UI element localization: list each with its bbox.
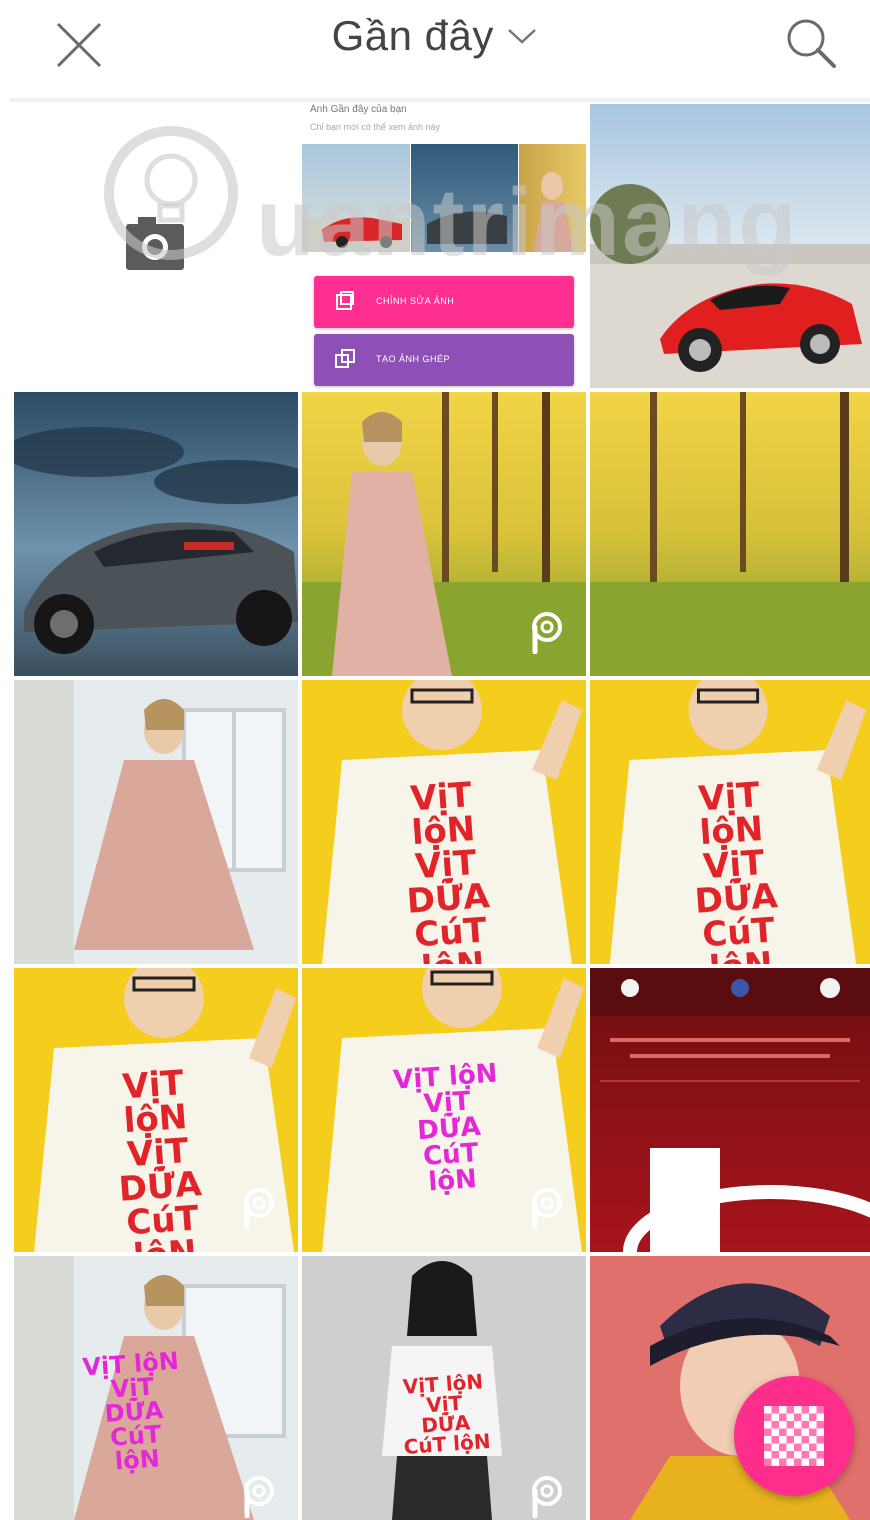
- field-background-photo: [590, 392, 870, 676]
- picsart-badge-icon: [532, 1188, 562, 1230]
- photo-thumbnail[interactable]: VịT lộN VịT DỮA CúT lộN: [590, 680, 870, 964]
- photo-thumbnail[interactable]: VịT lộN VịT DỮA CúT lộN: [302, 968, 586, 1252]
- promo-thumbnail-strip: [302, 144, 586, 252]
- picsart-badge-icon: [244, 1476, 274, 1518]
- photo-thumbnail[interactable]: [590, 392, 870, 676]
- collage-icon: [335, 349, 355, 368]
- checker-grid-icon: [764, 1406, 824, 1466]
- camera-tile[interactable]: [14, 104, 298, 388]
- create-collage-label: TẠO ẢNH GHÉP: [376, 354, 451, 364]
- camera-icon: [126, 217, 184, 270]
- shirt-text-line3: CúT lộN: [701, 910, 777, 964]
- shirt-text-line3: CúT lộN: [125, 1198, 201, 1252]
- search-icon: [787, 19, 836, 68]
- shirt-text-line2: VịT DỮA: [103, 1372, 165, 1429]
- album-title: Gần đây: [331, 12, 494, 59]
- shirt-text-line2: VịT DỮA: [416, 1086, 482, 1147]
- shirt-text-line1: VịT lộN: [121, 1063, 189, 1142]
- promo-subheading: Chỉ bạn mới có thể xem ảnh này: [310, 122, 440, 132]
- picsart-badge-icon: [532, 1476, 562, 1518]
- photo-thumbnail[interactable]: [302, 392, 586, 676]
- photo-thumbnail[interactable]: VịT lộN VịT DỮA CúT lộN: [302, 1256, 586, 1520]
- search-button[interactable]: [782, 14, 840, 72]
- shirt-text-line2: VịT DỮA: [693, 842, 779, 922]
- photo-thumbnail[interactable]: VịT lộN VịT DỮA CúT lộN: [14, 968, 298, 1252]
- edit-photo-button[interactable]: CHỈNH SỬA ẢNH: [314, 276, 574, 328]
- photo-thumbnail[interactable]: [590, 968, 870, 1252]
- shirt-text-line1: VịT lộN: [697, 775, 765, 854]
- woman-by-window-photo: [14, 680, 298, 964]
- dark-sports-car-photo: [14, 392, 298, 676]
- shirt-text-line3: CúT lộN: [402, 1428, 492, 1459]
- edit-photo-label: CHỈNH SỬA ẢNH: [376, 296, 455, 306]
- photo-thumbnail[interactable]: VịT lộN VịT DỮA CúT lộN: [14, 1256, 298, 1520]
- header-divider: [10, 98, 870, 102]
- shirt-text-line3: CúT lộN: [413, 910, 489, 964]
- shirt-text-line2: VịT DỮA: [117, 1130, 203, 1210]
- shirt-text-line2: VịT DỮA: [405, 842, 491, 922]
- app-screenshot-photo: [590, 968, 870, 1252]
- picsart-badge-icon: [244, 1188, 274, 1230]
- shirt-text-line3: CúT lộN: [422, 1138, 480, 1198]
- top-bar: Gần đây: [0, 0, 870, 98]
- chevron-down-icon: [508, 29, 537, 44]
- create-collage-button[interactable]: TẠO ẢNH GHÉP: [314, 334, 574, 386]
- album-dropdown[interactable]: Gần đây: [0, 12, 870, 60]
- photo-thumbnail[interactable]: VịT lộN VịT DỮA CúT lộN: [302, 680, 586, 964]
- recent-photos-promo: Ảnh Gần đây của bạn Chỉ bạn mới có thể x…: [302, 104, 586, 388]
- picsart-badge-icon: [532, 612, 562, 654]
- promo-heading: Ảnh Gần đây của bạn: [310, 104, 407, 115]
- photo-thumbnail[interactable]: [14, 392, 298, 676]
- collage-fab-button[interactable]: [734, 1376, 854, 1496]
- shirt-text-line3: CúT lộN: [109, 1420, 163, 1476]
- red-sports-car-photo: [590, 104, 870, 388]
- shirt-text-line1: VịT lộN: [409, 775, 477, 854]
- photo-thumbnail[interactable]: [590, 104, 870, 388]
- photo-thumbnail[interactable]: [14, 680, 298, 964]
- edit-photo-icon: [336, 291, 354, 310]
